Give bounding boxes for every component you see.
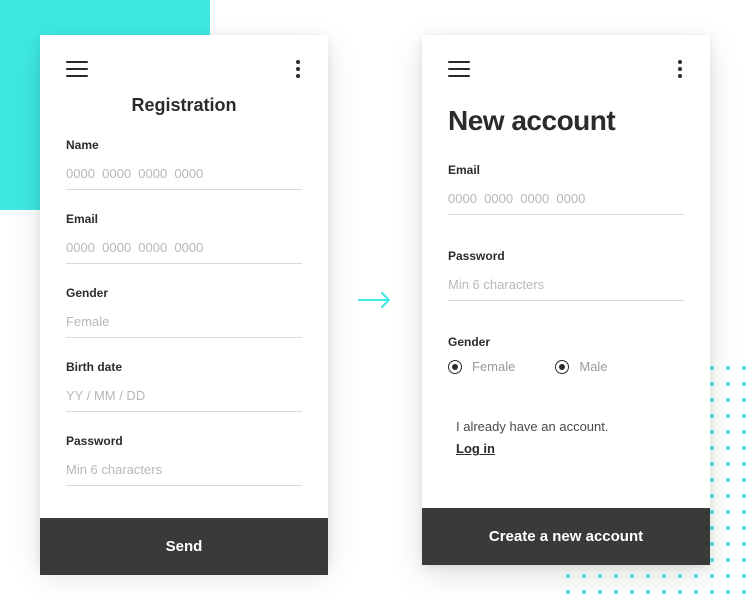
more-icon[interactable]: [294, 58, 302, 80]
page-title: Registration: [66, 95, 302, 116]
birthdate-field-group: Birth date: [66, 360, 302, 412]
more-icon[interactable]: [676, 58, 684, 80]
email-field-group: Email: [448, 163, 684, 215]
radio-icon: [555, 360, 569, 374]
top-bar: [66, 57, 302, 81]
page-title: New account: [448, 105, 684, 137]
password-input[interactable]: [448, 273, 684, 301]
gender-radio-row: Female Male: [448, 359, 684, 374]
name-label: Name: [66, 138, 302, 152]
menu-icon[interactable]: [448, 61, 470, 77]
password-field-group: Password: [448, 249, 684, 301]
stage: Registration Name Email Gender Birth dat…: [0, 0, 750, 600]
password-input[interactable]: [66, 458, 302, 486]
email-label: Email: [448, 163, 684, 177]
birthdate-label: Birth date: [66, 360, 302, 374]
name-field-group: Name: [66, 138, 302, 190]
existing-account-line: I already have an account.: [456, 419, 609, 434]
login-link[interactable]: Log in: [456, 441, 495, 456]
email-label: Email: [66, 212, 302, 226]
email-field-group: Email: [66, 212, 302, 264]
gender-field-group: Gender Female Male: [448, 335, 684, 374]
email-input[interactable]: [66, 236, 302, 264]
radio-label: Male: [579, 359, 607, 374]
password-field-group: Password: [66, 434, 302, 486]
arrow-right-icon: [358, 290, 392, 310]
password-label: Password: [66, 434, 302, 448]
registration-card: Registration Name Email Gender Birth dat…: [40, 35, 328, 565]
gender-label: Gender: [66, 286, 302, 300]
new-account-card: New account Email Password Gender Female: [422, 35, 710, 565]
gender-input[interactable]: [66, 310, 302, 338]
name-input[interactable]: [66, 162, 302, 190]
gender-radio-male[interactable]: Male: [555, 359, 607, 374]
existing-account-text: I already have an account. Log in: [448, 416, 684, 460]
send-button[interactable]: Send: [40, 518, 328, 575]
password-label: Password: [448, 249, 684, 263]
create-account-button[interactable]: Create a new account: [422, 508, 710, 565]
gender-field-group: Gender: [66, 286, 302, 338]
menu-icon[interactable]: [66, 61, 88, 77]
email-input[interactable]: [448, 187, 684, 215]
birthdate-input[interactable]: [66, 384, 302, 412]
radio-label: Female: [472, 359, 515, 374]
gender-radio-female[interactable]: Female: [448, 359, 515, 374]
gender-label: Gender: [448, 335, 684, 349]
radio-icon: [448, 360, 462, 374]
top-bar: [448, 57, 684, 81]
